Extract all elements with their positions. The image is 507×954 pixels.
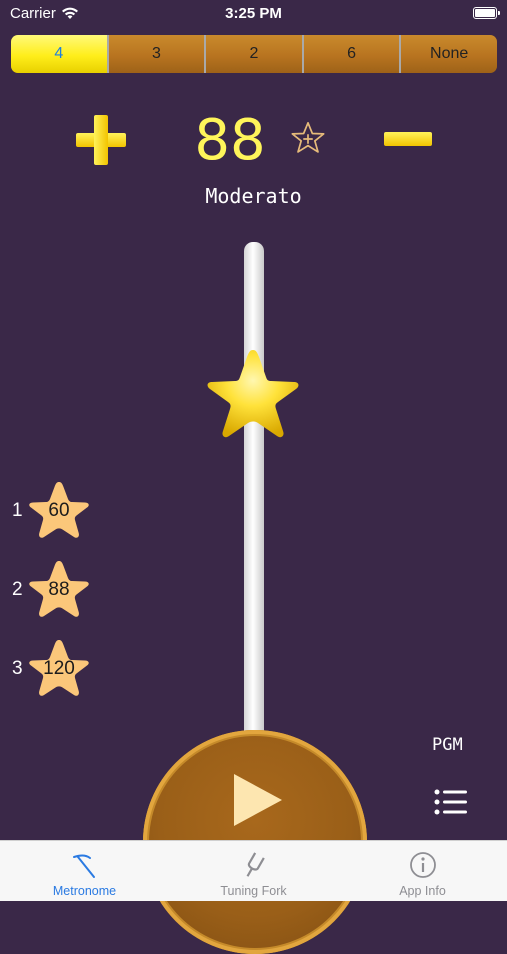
preset-2[interactable]: 2 88 — [12, 559, 102, 623]
tempo-slider-track[interactable] — [244, 242, 264, 742]
list-icon[interactable] — [434, 788, 468, 816]
pgm-button[interactable]: PGM — [432, 735, 463, 755]
tab-app-info[interactable]: App Info — [338, 841, 507, 901]
tab-label: Metronome — [52, 884, 117, 898]
beat-option-none[interactable]: None — [401, 35, 497, 73]
preset-bpm: 60 — [48, 500, 70, 521]
play-icon — [234, 774, 282, 826]
metronome-icon — [73, 854, 95, 878]
tab-bar: Metronome Tuning Fork App Info — [0, 840, 507, 901]
status-bar: Carrier 3:25 PM — [0, 0, 507, 28]
battery-icon — [473, 7, 500, 19]
preset-index: 3 — [12, 658, 23, 679]
add-favorite-star-icon[interactable] — [289, 120, 327, 158]
beat-option-2[interactable]: 2 — [206, 35, 304, 73]
beats-segmented-control: 4 3 2 6 None — [11, 35, 497, 73]
beat-option-3[interactable]: 3 — [108, 35, 207, 73]
preset-1[interactable]: 1 60 — [12, 480, 102, 544]
tab-metronome[interactable]: Metronome — [0, 841, 169, 901]
beat-option-6[interactable]: 6 — [303, 35, 402, 73]
tempo-slider-thumb-star-icon[interactable] — [203, 346, 303, 442]
tempo-marking: Moderato — [205, 184, 302, 208]
beat-option-4[interactable]: 4 — [11, 35, 109, 73]
tab-label: Tuning Fork — [220, 884, 287, 898]
tuning-fork-icon — [246, 852, 265, 877]
preset-bpm: 120 — [43, 658, 75, 679]
info-icon — [410, 852, 436, 878]
tab-tuning-fork[interactable]: Tuning Fork — [169, 841, 338, 901]
preset-index: 1 — [12, 500, 23, 521]
decrease-tempo-button[interactable] — [384, 132, 432, 146]
preset-3[interactable]: 3 120 — [12, 638, 102, 702]
tab-label: App Info — [399, 884, 446, 898]
increase-tempo-button[interactable] — [76, 115, 126, 165]
preset-index: 2 — [12, 579, 23, 600]
tempo-value: 88 — [194, 108, 266, 173]
preset-bpm: 88 — [48, 579, 70, 600]
status-time: 3:25 PM — [225, 5, 282, 22]
